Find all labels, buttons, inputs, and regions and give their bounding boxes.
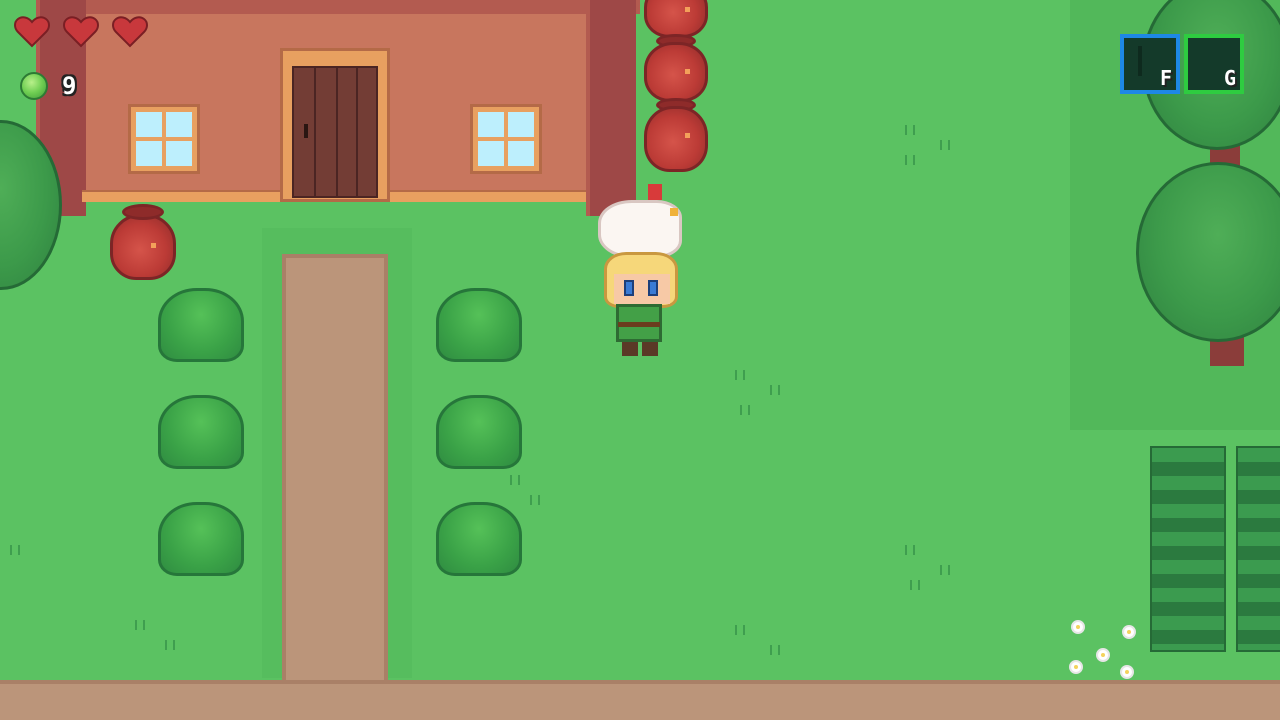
item-slot-g[interactable]: G (1184, 34, 1244, 94)
grass-tuft (10, 545, 20, 555)
slot-key-label: G (1223, 66, 1236, 90)
white-flower (1096, 648, 1110, 662)
player-eye-left (624, 280, 634, 296)
white-flower (1071, 620, 1085, 634)
chicken-comb (648, 184, 662, 200)
house-door[interactable] (292, 66, 378, 198)
grass-tuft (905, 125, 915, 135)
grass-tuft (940, 140, 950, 150)
grass-tuft (165, 640, 175, 650)
grass-tuft (510, 475, 520, 485)
bush[interactable] (436, 502, 522, 576)
clay-pot[interactable] (644, 42, 708, 102)
grass-tuft (910, 580, 920, 590)
white-flower (1069, 660, 1083, 674)
bush[interactable] (158, 395, 244, 469)
dirt-path-horizontal (0, 684, 1280, 720)
bush[interactable] (158, 502, 244, 576)
currency-display: 9 (20, 72, 76, 100)
tall-grass-patch[interactable] (1236, 446, 1280, 652)
green-gem-icon (20, 72, 48, 100)
pot-shine (151, 243, 156, 248)
door-plank-line (356, 68, 358, 196)
player-eye-right (648, 280, 658, 296)
player-character[interactable] (596, 182, 686, 362)
currency-count: 9 (62, 72, 77, 100)
house-window-right (470, 104, 542, 174)
door-plank-line (314, 68, 316, 196)
door-plank-line (336, 68, 338, 196)
bush[interactable] (436, 395, 522, 469)
grass-tuft (740, 405, 750, 415)
grass-tuft (770, 385, 780, 395)
player-belt (618, 322, 660, 327)
white-flower (1120, 665, 1134, 679)
heart-icon (14, 16, 50, 48)
grass-tuft (735, 625, 745, 635)
heart-icon (112, 16, 148, 48)
grass-tuft (735, 370, 745, 380)
grass-tuft (770, 645, 780, 655)
clay-pot[interactable] (644, 106, 708, 172)
clay-pot[interactable] (110, 214, 176, 280)
item-slots: F G (1120, 34, 1244, 94)
tall-grass-patch[interactable] (1150, 446, 1226, 652)
pot-shine (685, 69, 690, 74)
grass-tuft (905, 155, 915, 165)
clay-pot[interactable] (644, 0, 708, 38)
pot-shine (685, 133, 690, 138)
heart-icon (63, 16, 99, 48)
chicken-beak (670, 208, 678, 216)
player-face (614, 274, 670, 304)
white-flower (1122, 625, 1136, 639)
item-slot-f[interactable]: F (1120, 34, 1180, 94)
player-boot-left (622, 342, 638, 356)
grass-tuft (135, 620, 145, 630)
bush[interactable] (436, 288, 522, 362)
house-window-left (128, 104, 200, 174)
pot-shine (685, 7, 690, 12)
door-knob (304, 124, 308, 138)
health-hearts (14, 16, 164, 52)
grass-tuft (905, 545, 915, 555)
grass-tuft (940, 565, 950, 575)
grass-tuft (530, 495, 540, 505)
bush[interactable] (158, 288, 244, 362)
slot-key-label: F (1159, 66, 1172, 90)
house-roof-edge (40, 0, 640, 14)
player-boot-right (642, 342, 658, 356)
empty-slot-icon (1138, 46, 1142, 76)
dirt-path-vertical (286, 258, 384, 688)
clay-pot-rim (122, 204, 164, 220)
